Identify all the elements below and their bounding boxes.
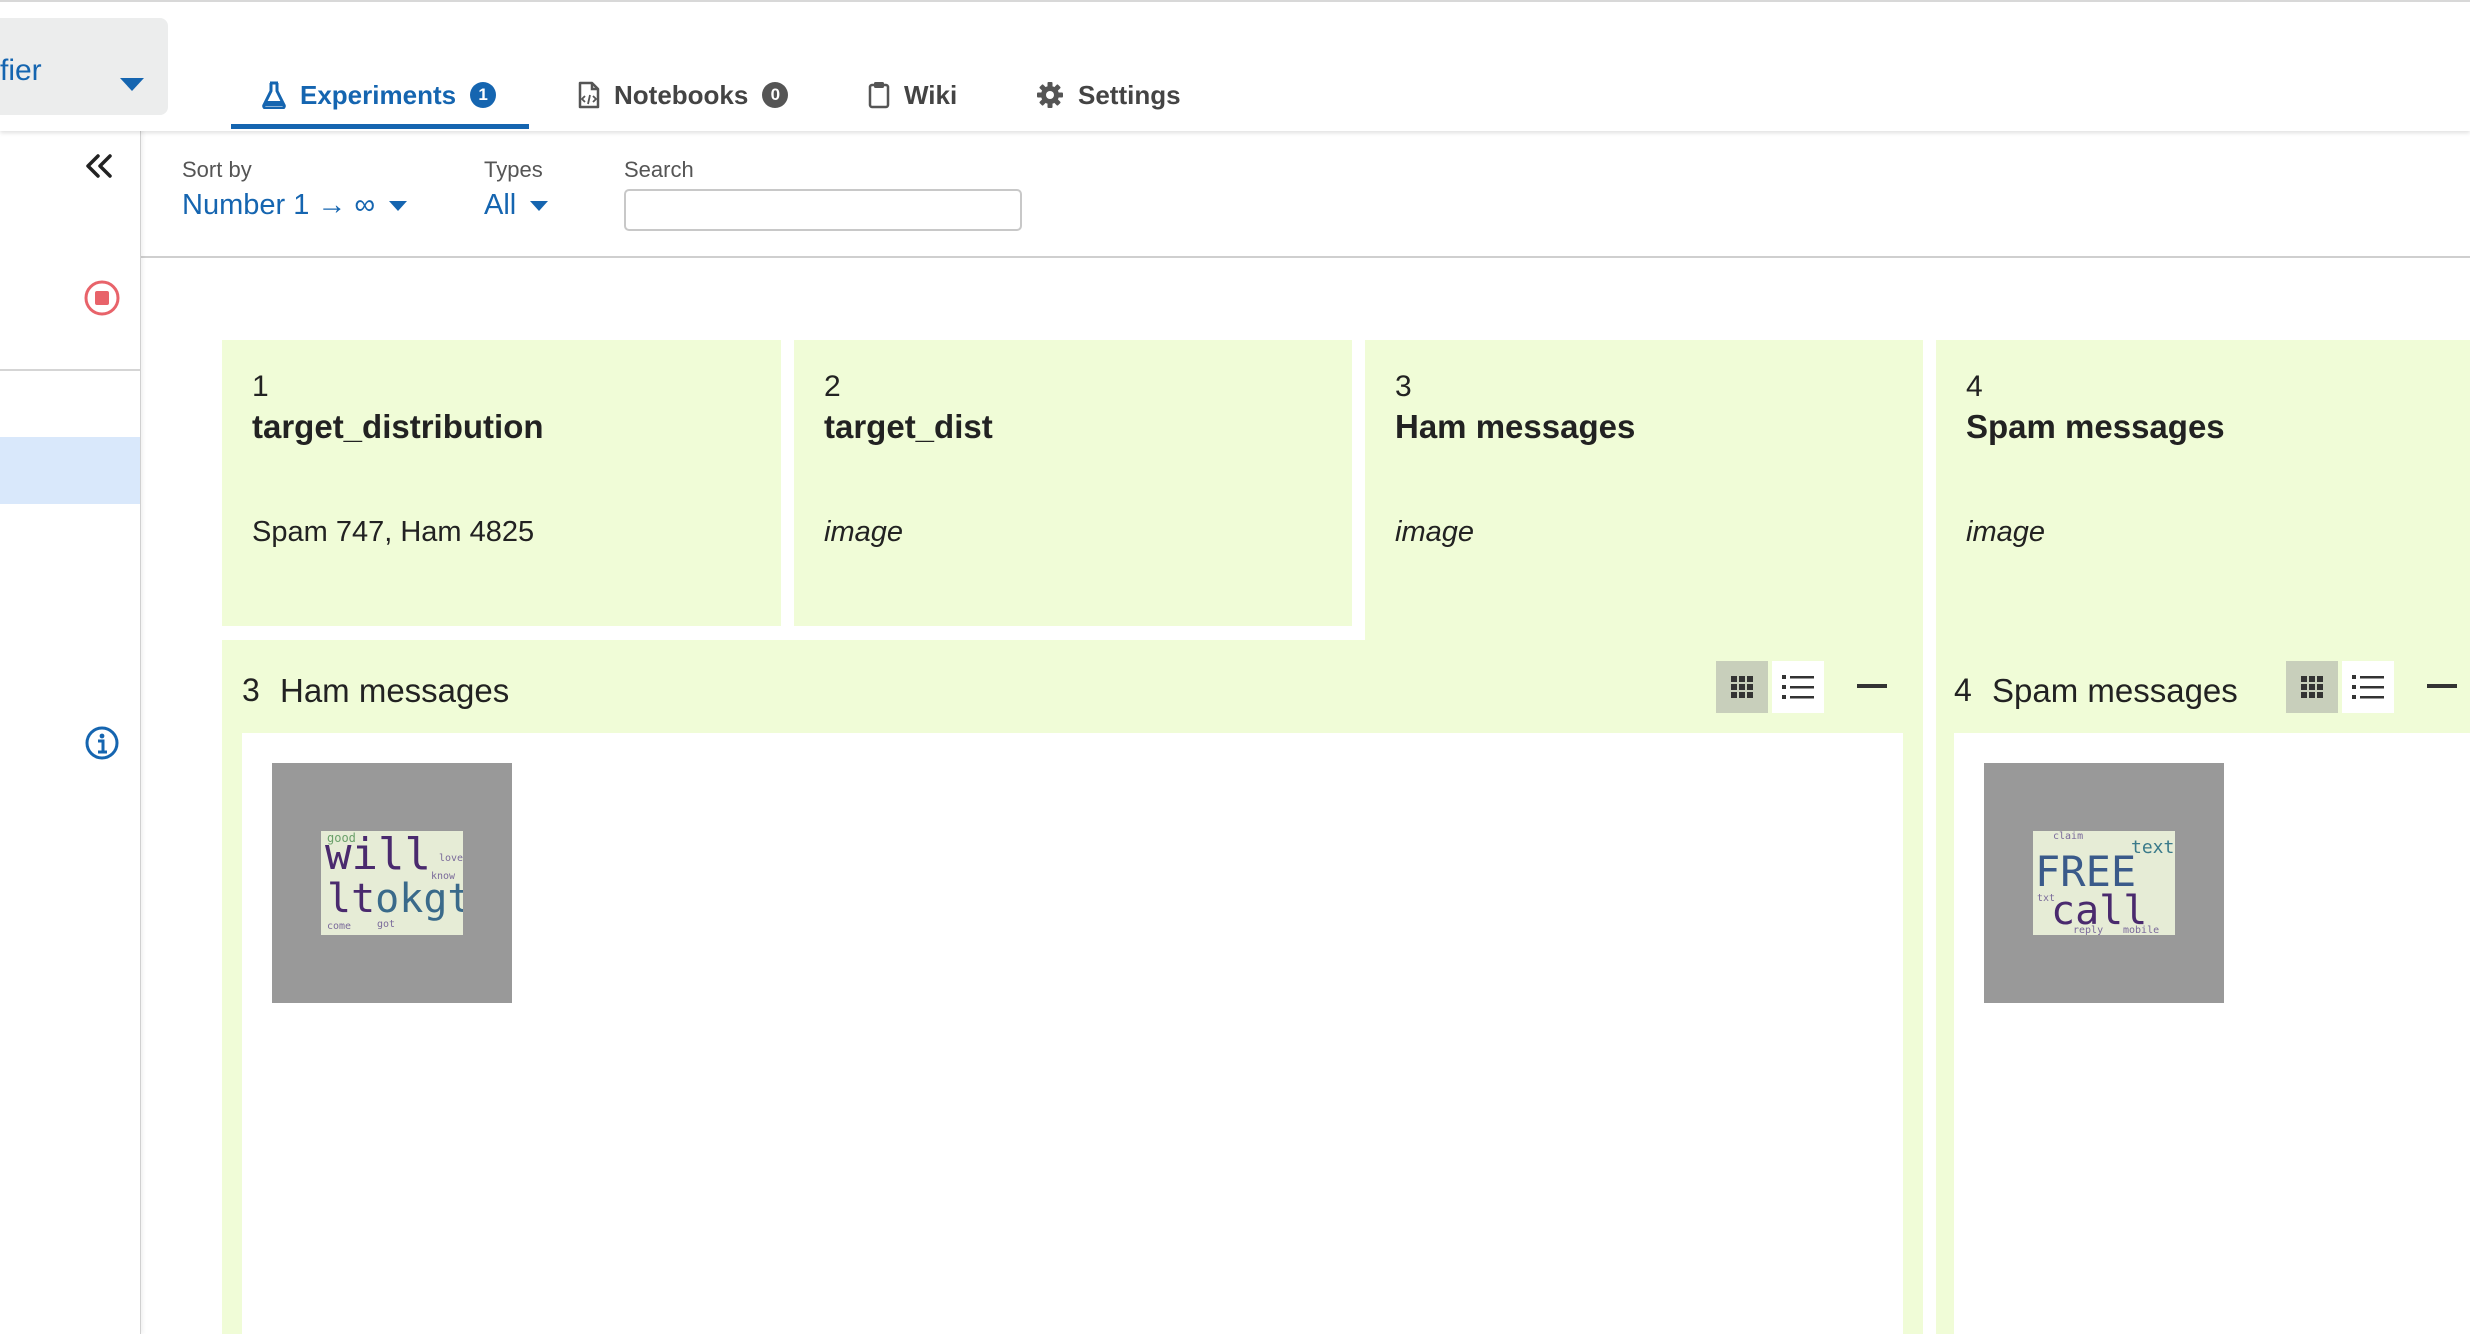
- search-input[interactable]: [624, 189, 1022, 231]
- card-value: image: [824, 516, 903, 548]
- wordcloud-thumbnail[interactable]: claim text FREE txt call mobile reply: [1984, 763, 2224, 1003]
- tab-settings[interactable]: Settings: [1036, 70, 1181, 120]
- panel-content: good will love know ltokgt come got: [242, 733, 1903, 1334]
- card-title: Ham messages: [1395, 408, 1636, 445]
- grid-view-button[interactable]: [2286, 661, 2338, 713]
- double-chevron-left-icon[interactable]: [84, 153, 114, 184]
- gear-icon: [1036, 81, 1064, 109]
- tab-experiments[interactable]: Experiments 1: [262, 70, 497, 120]
- sort-by-dropdown[interactable]: Number 1 → ∞: [182, 189, 408, 222]
- list-view-button[interactable]: [1772, 661, 1824, 713]
- list-view-button[interactable]: [2342, 661, 2394, 713]
- tab-label: Notebooks: [614, 79, 749, 110]
- minimize-button[interactable]: [1846, 661, 1898, 713]
- left-sidebar: [0, 129, 141, 1334]
- card-number: 1: [252, 370, 269, 403]
- experiment-card[interactable]: 4 Spam messages image: [1936, 340, 2470, 640]
- list-icon: [2352, 675, 2384, 699]
- tab-count-badge: 1: [470, 82, 497, 108]
- experiment-card[interactable]: 3 Ham messages image: [1365, 340, 1923, 640]
- panel-number: 3: [242, 672, 260, 708]
- minimize-button[interactable]: [2416, 661, 2468, 713]
- minus-icon: [2427, 684, 2457, 688]
- card-number: 4: [1966, 370, 1983, 403]
- card-value: image: [1395, 516, 1474, 548]
- project-name: fier: [0, 54, 42, 87]
- experiment-card[interactable]: 1 target_distribution Spam 747, Ham 4825: [222, 340, 781, 626]
- search-label: Search: [624, 157, 694, 182]
- active-tab-indicator: [231, 124, 529, 129]
- minus-icon: [1857, 684, 1887, 688]
- wordcloud-thumbnail[interactable]: good will love know ltokgt come got: [272, 763, 512, 1003]
- notebook-icon: [578, 81, 600, 109]
- types-value: All: [484, 189, 517, 221]
- experiment-panel: 4 Spam messages claim text FREE txt call…: [1936, 640, 2470, 1334]
- card-value: Spam 747, Ham 4825: [252, 516, 535, 548]
- types-dropdown[interactable]: All: [484, 189, 549, 222]
- filter-bar: Sort by Number 1 → ∞ Types All Search: [141, 129, 2470, 258]
- tab-label: Settings: [1078, 79, 1181, 110]
- panel-title: Ham messages: [280, 672, 510, 709]
- project-selector[interactable]: fier: [0, 18, 168, 115]
- grid-icon: [1731, 676, 1753, 698]
- card-value: image: [1966, 516, 2045, 548]
- card-title: Spam messages: [1966, 408, 2225, 445]
- types-label: Types: [484, 157, 543, 182]
- info-icon[interactable]: [84, 725, 120, 766]
- panel-number: 4: [1954, 672, 1972, 708]
- wordcloud-image: claim text FREE txt call mobile reply: [2033, 831, 2175, 935]
- flask-icon: [262, 81, 286, 109]
- tab-notebooks[interactable]: Notebooks 0: [578, 70, 789, 120]
- chevron-down-icon: [530, 200, 549, 211]
- tab-label: Experiments: [300, 79, 457, 110]
- grid-view-button[interactable]: [1716, 661, 1768, 713]
- card-number: 3: [1395, 370, 1412, 403]
- list-icon: [1782, 675, 1814, 699]
- sidebar-selected-item[interactable]: [0, 437, 140, 504]
- card-number: 2: [824, 370, 841, 403]
- card-title: target_distribution: [252, 408, 544, 445]
- sort-by-value: Number 1 → ∞: [182, 189, 376, 221]
- grid-icon: [2301, 676, 2323, 698]
- panel-title: Spam messages: [1992, 672, 2238, 709]
- stop-circle-icon[interactable]: [83, 279, 121, 322]
- top-header: fier Experiments 1 Notebooks 0 Wiki Sett…: [0, 0, 2470, 131]
- tab-wiki[interactable]: Wiki: [868, 70, 957, 120]
- wordcloud-image: good will love know ltokgt come got: [321, 831, 463, 935]
- chevron-down-icon: [389, 200, 408, 211]
- experiment-card[interactable]: 2 target_dist image: [794, 340, 1352, 626]
- card-title: target_dist: [824, 408, 993, 445]
- clipboard-icon: [868, 81, 890, 109]
- panel-content: claim text FREE txt call mobile reply: [1954, 733, 2470, 1334]
- tab-label: Wiki: [904, 79, 958, 110]
- experiment-panel: 3 Ham messages good will love know ltokg…: [222, 640, 1923, 1334]
- tab-count-badge: 0: [762, 82, 789, 108]
- sort-by-label: Sort by: [182, 157, 252, 182]
- sidebar-divider: [0, 369, 140, 371]
- chevron-down-icon: [120, 78, 144, 91]
